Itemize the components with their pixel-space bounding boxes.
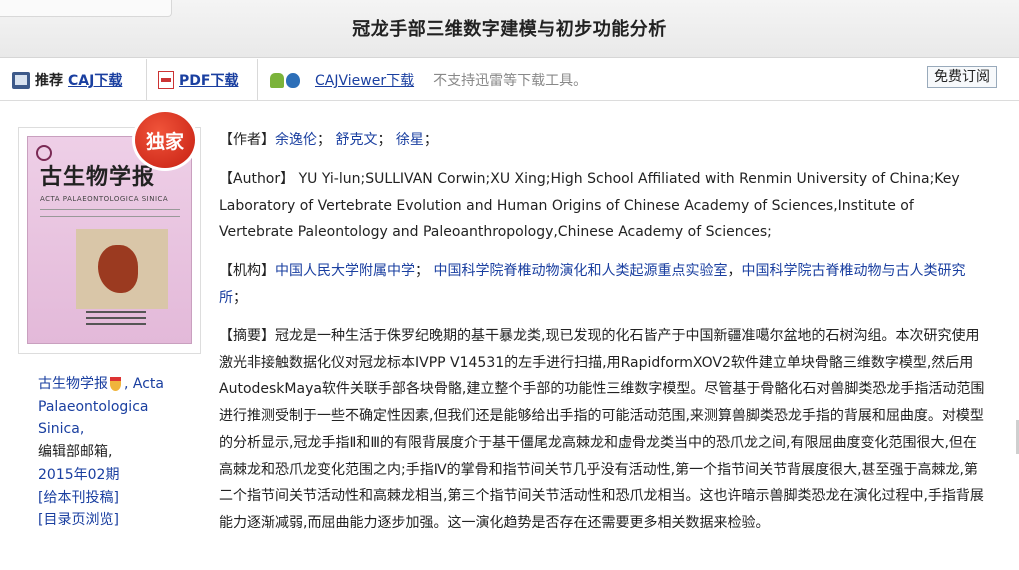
institutions-row: 【机构】中国人民大学附属中学； 中国科学院脊椎动物演化和人类起源重点实验室，中国… <box>219 263 966 306</box>
cover-title: 古生物学报 <box>40 164 156 190</box>
author-link[interactable]: 舒克文 <box>335 132 377 148</box>
journal-name-en-2: Palaeontologica <box>38 398 149 415</box>
cajviewer-download-group: CAJViewer下载 不支持迅雷等下载工具。 <box>270 70 587 90</box>
author-en-row: 【Author】 YU Yi-lun;SULLIVAN Corwin;XU Xi… <box>219 166 987 246</box>
author-en-text: YU Yi-lun;SULLIVAN Corwin;XU Xing;High S… <box>219 171 960 241</box>
journal-issue-link[interactable]: 2015年02期 <box>38 464 188 487</box>
editorial-email: 编辑部邮箱, <box>38 444 113 461</box>
institution-link[interactable]: 中国科学院脊椎动物演化和人类起源重点实验室 <box>433 263 727 279</box>
download-note: 不支持迅雷等下载工具。 <box>433 73 588 89</box>
recommend-label: 推荐 <box>35 73 63 89</box>
pdf-icon <box>158 71 174 89</box>
apple-icon <box>286 72 300 88</box>
journal-name-en-3: Sinica, <box>38 421 85 438</box>
institution-link[interactable]: 中国人民大学附属中学 <box>275 263 415 279</box>
cover-subtitle: ACTA PALAEONTOLOGICA SINICA <box>40 195 169 203</box>
android-icon <box>270 72 284 88</box>
institutions-label: 【机构】 <box>219 263 275 279</box>
toc-link[interactable]: [目录页浏览] <box>38 509 188 532</box>
divider <box>257 59 258 100</box>
download-toolbar: 推荐 CAJ下载 PDF下载 CAJViewer下载 不支持迅雷等下载工具。 免… <box>0 59 1019 101</box>
submit-link[interactable]: [给本刊投稿] <box>38 487 188 510</box>
exclusive-badge: 独家 <box>135 112 195 168</box>
journal-name-link[interactable]: 古生物学报 <box>38 376 108 392</box>
journal-name-en-1: , Acta <box>124 376 164 392</box>
fossil-image <box>98 245 138 293</box>
divider <box>146 59 147 100</box>
author-link[interactable]: 徐星 <box>396 132 424 148</box>
abstract-row: 【摘要】冠龙是一种生活于侏罗纪晚期的基干暴龙类,现已发现的化石皆产于中国新疆准噶… <box>219 323 987 537</box>
authors-row: 【作者】余逸伦； 舒克文； 徐星； <box>219 132 438 148</box>
authors-label: 【作者】 <box>219 132 275 148</box>
android-apple-icon <box>270 72 300 88</box>
cover-publisher <box>36 307 186 331</box>
caj-download-group: 推荐 CAJ下载 <box>12 70 122 90</box>
cajviewer-download-link[interactable]: CAJViewer下载 <box>315 70 414 90</box>
pdf-download-group: PDF下载 <box>158 70 238 90</box>
author-en-label: 【Author】 <box>219 171 295 187</box>
author-link[interactable]: 余逸伦 <box>275 132 317 148</box>
abstract-label: 【摘要】 <box>219 328 275 344</box>
caj-download-link[interactable]: CAJ下载 <box>68 70 122 90</box>
pdf-download-link[interactable]: PDF下载 <box>179 70 238 90</box>
medal-icon <box>110 377 121 391</box>
abstract-text: 冠龙是一种生活于侏罗纪晚期的基干暴龙类,现已发现的化石皆产于中国新疆准噶尔盆地的… <box>219 328 985 531</box>
page-title: 冠龙手部三维数字建模与初步功能分析 <box>352 19 667 40</box>
journal-info: 古生物学报 , Acta Palaeontologica Sinica, 编辑部邮… <box>38 373 188 532</box>
free-subscribe-button[interactable]: 免费订阅 <box>927 66 997 88</box>
caj-icon <box>12 71 30 89</box>
title-bar: 冠龙手部三维数字建模与初步功能分析 <box>0 0 1019 58</box>
cover-volume-strip <box>40 209 180 217</box>
